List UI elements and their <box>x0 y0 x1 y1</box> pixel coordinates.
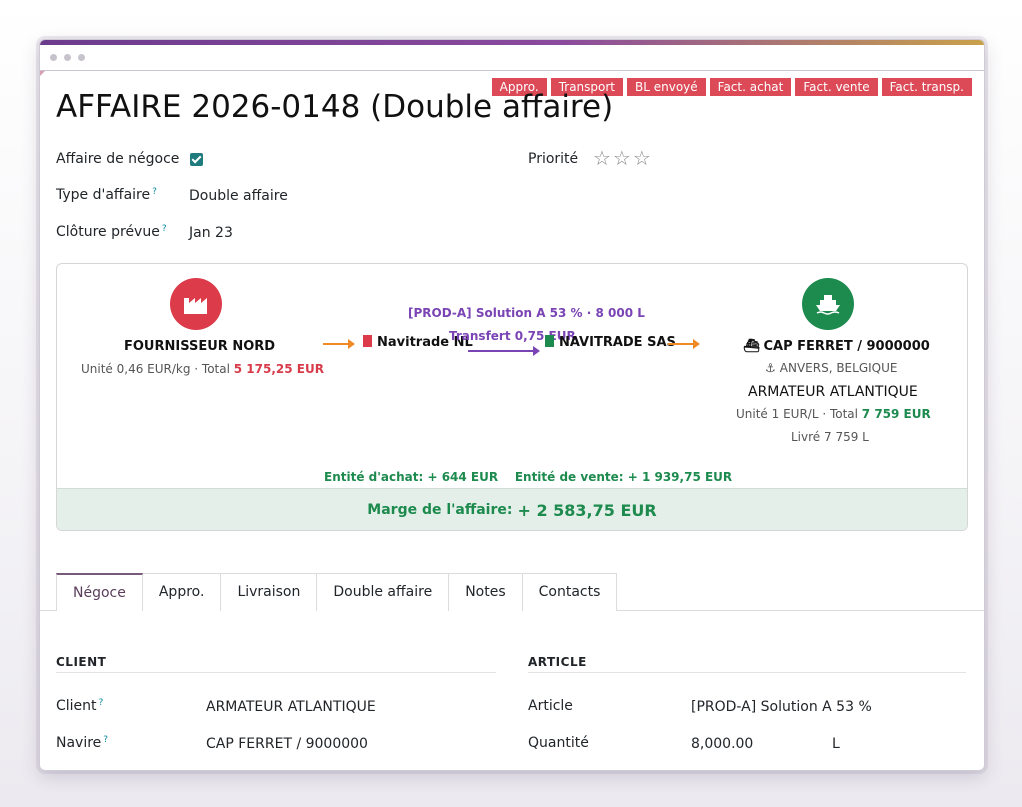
notebook-tabs: Négoce Appro. Livraison Double affaire N… <box>56 573 618 611</box>
stage-bl-envoye[interactable]: BL envoyé <box>627 78 706 96</box>
cloture-label: Clôture prévue? <box>56 224 167 240</box>
margin-label: Marge de l'affaire: <box>367 502 513 518</box>
customer-delivered: Livré 7 759 L <box>791 430 869 444</box>
stage-fact-vente[interactable]: Fact. vente <box>795 78 878 96</box>
help-icon[interactable]: ? <box>99 698 104 708</box>
customer-vessel[interactable]: ⛴ CAP FERRET / 9000000 <box>743 339 930 354</box>
client-label: Client? <box>56 698 103 714</box>
negoce-label: Affaire de négoce <box>56 151 180 167</box>
entity-sell[interactable]: NAVITRADE SAS <box>545 335 676 350</box>
article-section-title: ARTICLE <box>528 655 587 669</box>
building-icon <box>363 335 372 347</box>
window-dot-icon[interactable] <box>50 54 57 61</box>
section-divider <box>528 672 966 673</box>
article-value[interactable]: [PROD-A] Solution A 53 % <box>691 699 872 715</box>
arrow-icon <box>668 339 700 349</box>
tab-appro[interactable]: Appro. <box>142 573 222 611</box>
tab-negoce[interactable]: Négoce <box>56 573 143 611</box>
type-label-text: Type d'affaire <box>56 187 151 203</box>
window-dot-icon[interactable] <box>78 54 85 61</box>
negoce-checkbox[interactable] <box>190 153 203 166</box>
factory-icon <box>170 278 222 330</box>
corner-marker <box>40 71 45 76</box>
quantite-value[interactable]: 8,000.00 <box>691 736 753 752</box>
quantite-unit[interactable]: L <box>832 736 840 752</box>
window-dot-icon[interactable] <box>64 54 71 61</box>
client-value[interactable]: ARMATEUR ATLANTIQUE <box>206 699 376 715</box>
navire-label: Navire? <box>56 735 108 751</box>
section-divider <box>56 672 496 673</box>
deal-flow-panel: FOURNISSEUR NORD Unité 0,46 EUR/kg · Tot… <box>56 263 968 531</box>
margin-value: + 2 583,75 EUR <box>517 500 657 520</box>
customer-vessel-name: CAP FERRET / 9000000 <box>763 339 930 354</box>
client-label-text: Client <box>56 698 97 714</box>
ship-icon <box>802 278 854 330</box>
tab-notes[interactable]: Notes <box>449 573 523 611</box>
anchor-icon: ⚓ <box>765 361 776 375</box>
supplier-total: 5 175,25 EUR <box>233 362 324 376</box>
customer-port: ⚓ ANVERS, BELGIQUE <box>765 361 897 375</box>
stage-fact-transp[interactable]: Fact. transp. <box>881 78 972 96</box>
priority-stars-icon[interactable]: ☆☆☆ <box>593 146 653 170</box>
cloture-value[interactable]: Jan 23 <box>189 225 233 241</box>
window-chrome <box>40 45 984 71</box>
help-icon[interactable]: ? <box>152 187 157 197</box>
supplier-unit: Unité 0,46 EUR/kg · Total <box>81 362 234 376</box>
customer-unit: Unité 1 EUR/L · Total <box>736 407 862 421</box>
vessel-icon: ⛴ <box>743 339 760 354</box>
product-line: [PROD-A] Solution A 53 % · 8 000 L <box>408 306 645 320</box>
type-value[interactable]: Double affaire <box>189 188 288 204</box>
help-icon[interactable]: ? <box>162 224 167 234</box>
tab-double-affaire[interactable]: Double affaire <box>317 573 450 611</box>
building-icon <box>545 335 554 347</box>
cloture-label-text: Clôture prévue <box>56 224 160 240</box>
navire-value[interactable]: CAP FERRET / 9000000 <box>206 736 368 752</box>
app-window: Appro. Transport BL envoyé Fact. achat F… <box>39 39 985 771</box>
entity-sell-name: NAVITRADE SAS <box>559 335 676 350</box>
deal-margin: Marge de l'affaire: + 2 583,75 EUR <box>57 488 967 530</box>
transfer-arrow-icon <box>468 346 540 356</box>
help-icon[interactable]: ? <box>103 735 108 745</box>
page-title: AFFAIRE 2026-0148 (Double affaire) <box>56 89 614 125</box>
priority-label: Priorité <box>528 151 579 167</box>
customer-port-name: ANVERS, BELGIQUE <box>779 361 898 375</box>
navire-label-text: Navire <box>56 735 102 751</box>
client-section-title: CLIENT <box>56 655 107 669</box>
type-label: Type d'affaire? <box>56 187 157 203</box>
arrow-icon <box>323 339 355 349</box>
tab-contacts[interactable]: Contacts <box>522 573 618 611</box>
supplier-pricing: Unité 0,46 EUR/kg · Total 5 175,25 EUR <box>81 362 324 376</box>
entity-margins: Entité d'achat: + 644 EUR Entité de vent… <box>324 470 733 484</box>
customer-name[interactable]: ARMATEUR ATLANTIQUE <box>748 384 918 400</box>
customer-pricing: Unité 1 EUR/L · Total 7 759 EUR <box>736 407 931 421</box>
customer-total: 7 759 EUR <box>861 407 931 421</box>
supplier-name[interactable]: FOURNISSEUR NORD <box>124 339 275 354</box>
stage-fact-achat[interactable]: Fact. achat <box>709 78 792 96</box>
article-label: Article <box>528 698 573 714</box>
quantite-label: Quantité <box>528 735 589 751</box>
tab-livraison[interactable]: Livraison <box>221 573 318 611</box>
